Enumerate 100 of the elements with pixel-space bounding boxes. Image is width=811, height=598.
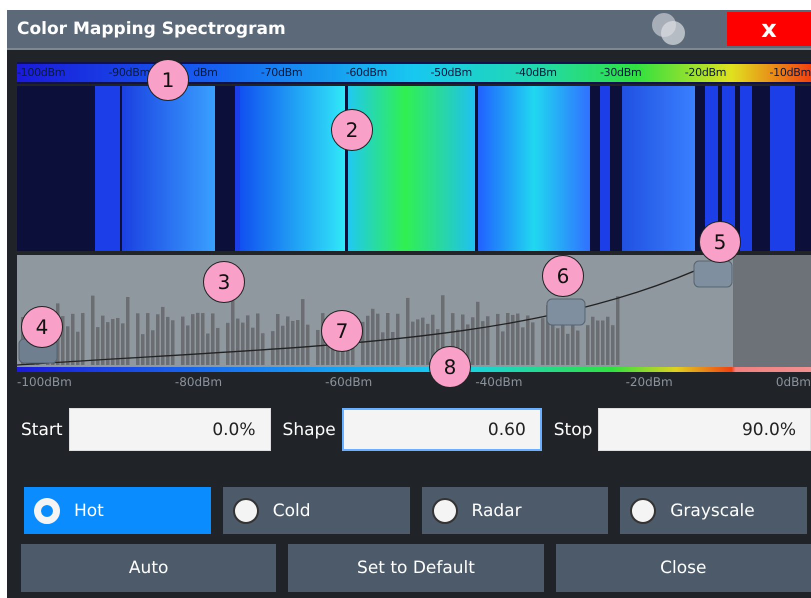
histogram-bar <box>591 316 594 365</box>
histogram-bar <box>531 322 534 365</box>
histogram-bar <box>126 296 130 365</box>
histogram-bar <box>361 322 364 365</box>
histogram-bar <box>471 317 474 365</box>
axis-label: -100dBm <box>17 375 72 389</box>
histogram-bar <box>226 322 230 365</box>
histogram-bar <box>566 334 570 365</box>
histogram-bar <box>486 316 490 365</box>
curve-handle[interactable] <box>546 298 586 326</box>
histogram-bar <box>186 325 190 365</box>
histogram-bar <box>76 332 80 365</box>
histogram-bar <box>426 324 430 365</box>
histogram-bar <box>171 320 174 365</box>
histogram-bar <box>151 330 154 365</box>
histogram-bar <box>191 314 194 365</box>
histogram-bar <box>106 322 110 365</box>
curve-handle[interactable] <box>694 260 732 288</box>
window-close-button[interactable]: x <box>727 12 811 46</box>
histogram-bar <box>246 315 250 365</box>
histogram-bar <box>286 316 290 365</box>
axis-label: -20dBm <box>626 375 673 389</box>
dialog-button[interactable]: Auto <box>21 544 276 592</box>
dialog-button[interactable]: Close <box>556 544 811 592</box>
histogram-bar <box>241 322 244 365</box>
scale-label: dBm <box>193 65 218 81</box>
field-label: Start <box>21 420 63 440</box>
histogram-bar <box>71 314 74 365</box>
histogram-bar <box>576 330 580 365</box>
histogram-bar <box>521 327 524 365</box>
histogram-bar <box>381 332 384 365</box>
radio-icon <box>34 498 60 524</box>
histogram-bar <box>211 313 214 365</box>
histogram-bar <box>481 321 484 365</box>
histogram-bar <box>296 320 300 365</box>
histogram-bar <box>301 299 304 365</box>
axis-label: -80dBm <box>174 375 222 389</box>
histogram-bar <box>96 327 100 365</box>
histogram-bar <box>281 326 284 365</box>
color-scheme-option[interactable]: Grayscale <box>620 487 807 534</box>
histogram-bar <box>526 316 530 365</box>
histogram-bar <box>276 314 280 365</box>
histogram-bar <box>371 308 374 365</box>
histogram-bar <box>511 314 514 365</box>
histogram-bar <box>161 306 164 365</box>
histogram-bar <box>136 313 140 365</box>
histogram-bar <box>81 313 84 365</box>
histogram-bar <box>496 314 500 365</box>
histogram-bar <box>116 318 120 365</box>
histogram-bar <box>501 331 504 365</box>
scale-label: -20dBm <box>684 65 726 81</box>
histogram-bar <box>366 316 370 365</box>
histogram-bar <box>141 334 144 365</box>
histogram-bar <box>216 328 220 365</box>
axis-label: -40dBm <box>475 375 522 389</box>
histogram-bar <box>606 316 610 365</box>
scale-label: -50dBm <box>430 65 472 81</box>
histogram-bar <box>601 320 604 365</box>
histogram-bar <box>541 318 544 365</box>
radio-icon <box>432 498 458 524</box>
histogram-bar <box>306 324 310 365</box>
histogram-bar <box>101 316 104 365</box>
color-scheme-option[interactable]: Radar <box>422 487 608 534</box>
histogram-bar <box>231 300 234 365</box>
dialog-button[interactable]: Set to Default <box>288 544 544 592</box>
scale-label: -10dBm <box>770 65 811 81</box>
histogram-bar <box>91 296 94 365</box>
radio-icon <box>630 498 656 524</box>
color-scheme-option[interactable]: Cold <box>222 487 410 534</box>
value-field[interactable]: 0.60 <box>342 408 542 451</box>
histogram-bar <box>121 323 124 365</box>
histogram-bar <box>386 313 390 365</box>
histogram-bar <box>61 316 64 365</box>
scale-label: -100dBm <box>17 65 66 81</box>
field-label: Stop <box>554 420 592 440</box>
window-title: Color Mapping Spectrogram <box>17 19 287 39</box>
histogram-bar <box>256 313 260 365</box>
histogram-bar <box>201 313 204 365</box>
scale-label: -70dBm <box>260 65 302 81</box>
field-label: Shape <box>282 420 336 440</box>
histogram-bar <box>236 318 240 365</box>
histogram-bar <box>586 325 590 365</box>
histogram-bar <box>616 296 620 365</box>
histogram-bar <box>391 332 394 365</box>
value-field[interactable]: 0.0% <box>68 408 271 451</box>
histogram-bar <box>111 318 114 365</box>
scale-label: -30dBm <box>600 65 642 81</box>
value-field[interactable]: 90.0% <box>598 408 811 451</box>
scale-label: -90dBm <box>108 65 150 81</box>
histogram-bar <box>261 333 264 365</box>
histogram-bar <box>416 319 420 365</box>
axis-label: -60dBm <box>325 375 372 389</box>
histogram-bar <box>421 318 424 365</box>
histogram-bar <box>196 312 200 365</box>
histogram-bar <box>206 334 210 365</box>
histogram-bar <box>376 314 380 365</box>
radio-icon <box>232 498 259 524</box>
histogram-bar <box>556 328 560 365</box>
histogram-bar <box>156 314 160 365</box>
histogram-bar <box>316 330 320 365</box>
